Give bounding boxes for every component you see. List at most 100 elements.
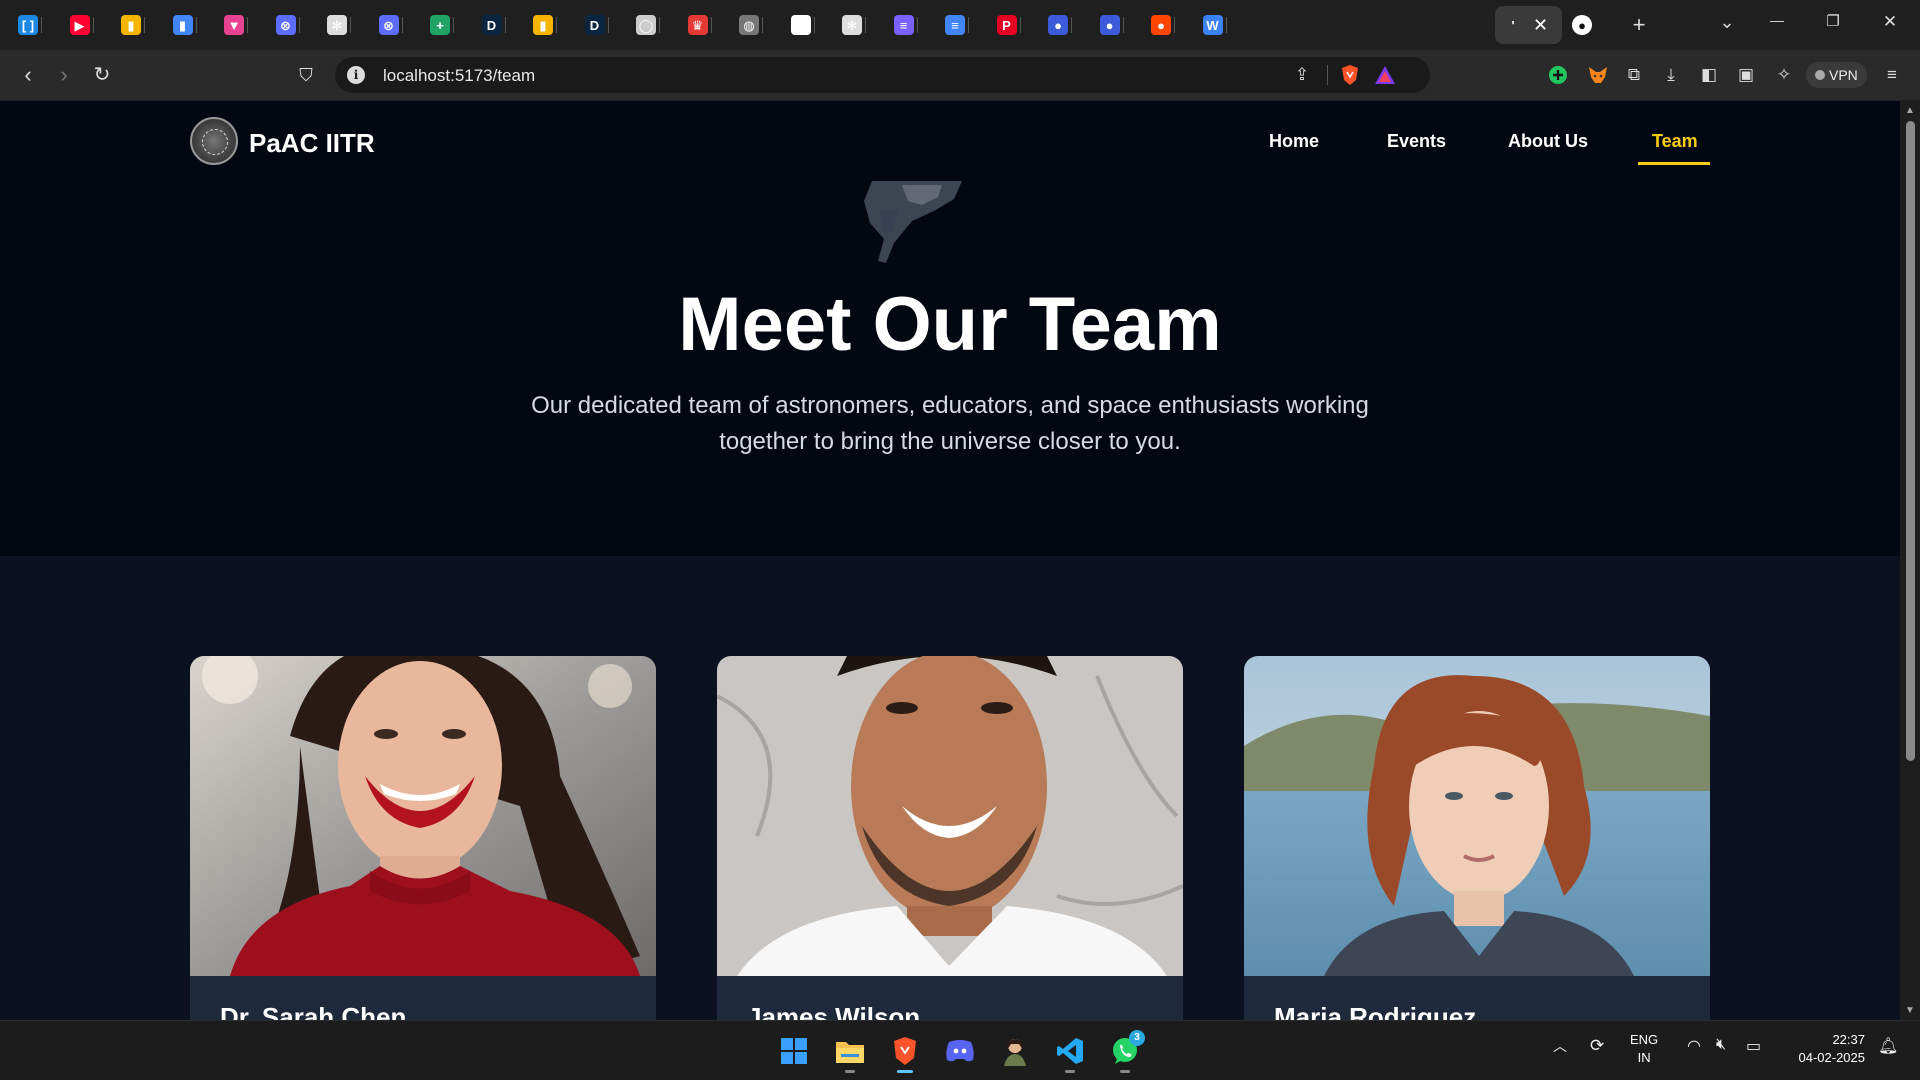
new-tab-icon[interactable]: + xyxy=(1624,12,1654,38)
openai-icon: ✻ xyxy=(842,15,862,35)
url-text[interactable]: localhost:5173/team xyxy=(383,66,535,86)
tab-separator xyxy=(298,17,300,33)
browser-tab[interactable]: ▮ xyxy=(533,6,557,44)
nav-events[interactable]: Events xyxy=(1387,131,1446,152)
restore-icon[interactable]: ❐ xyxy=(1818,12,1848,38)
tab-separator xyxy=(607,17,609,33)
discord-icon[interactable] xyxy=(940,1031,980,1071)
tab-separator xyxy=(865,17,866,33)
language-label: ENG xyxy=(1630,1032,1659,1047)
brave-shields-icon[interactable] xyxy=(1338,63,1362,87)
leo-ai-icon[interactable]: ✧ xyxy=(1772,63,1796,87)
minimize-icon[interactable]: — xyxy=(1762,12,1792,38)
page-subtitle: Our dedicated team of astronomers, educa… xyxy=(531,392,1369,455)
scroll-down-icon[interactable]: ▼ xyxy=(1905,1005,1915,1016)
browser-tab[interactable]: ▮ xyxy=(172,6,197,44)
address-bar[interactable]: i localhost:5173/team ⇪ xyxy=(335,57,1430,93)
window-close-icon[interactable]: ✕ xyxy=(1875,12,1905,38)
tray-overflow-chevron-icon[interactable]: ︿ xyxy=(1553,1036,1567,1056)
brave-rewards-icon[interactable] xyxy=(1373,63,1397,87)
reload-icon[interactable]: ↻ xyxy=(88,62,116,88)
team-card[interactable]: Dr. Sarah Chen xyxy=(190,656,656,1020)
browser-tab[interactable]: ● xyxy=(1048,6,1072,44)
plus-sheet-icon: + xyxy=(430,15,450,35)
browser-tab[interactable]: ● xyxy=(790,6,815,44)
vpn-button[interactable]: VPN xyxy=(1806,62,1867,88)
battery-icon[interactable]: ▭ xyxy=(1746,1036,1761,1056)
browser-tab[interactable]: ▼ xyxy=(224,6,248,44)
crown-app-icon: ♛ xyxy=(687,15,708,35)
browser-tab[interactable]: ● xyxy=(1099,6,1124,44)
tab-separator xyxy=(453,17,454,33)
speaker-muted-icon[interactable]: 🔇︎ xyxy=(1716,1036,1726,1054)
browser-tab[interactable]: ♛ xyxy=(687,6,712,44)
clock[interactable]: 22:37 04-02-2025 xyxy=(1785,1031,1866,1067)
browser-tab[interactable]: + xyxy=(430,6,454,44)
w-letter-icon: W xyxy=(1202,15,1223,35)
d-letter-icon: D xyxy=(481,15,502,35)
browser-tab[interactable]: ◯ xyxy=(636,6,660,44)
region-label: IN xyxy=(1637,1050,1651,1065)
menu-hamburger-icon[interactable]: ≡ xyxy=(1880,63,1904,87)
language-indicator[interactable]: ENG IN xyxy=(1630,1031,1658,1067)
back-icon[interactable]: ‹ xyxy=(14,62,42,88)
tab-separator xyxy=(41,17,42,33)
browser-tab[interactable]: ◍ xyxy=(739,6,763,44)
extensions-puzzle-icon[interactable]: ⧉ xyxy=(1622,63,1646,87)
notifications-bell-icon[interactable]: 🔔︎ xyxy=(1878,1036,1898,1056)
share-icon[interactable]: ⇪ xyxy=(1290,63,1314,87)
reddit-icon: ● xyxy=(1151,15,1171,35)
scrollbar-thumb[interactable] xyxy=(1906,121,1915,761)
browser-tab[interactable]: W xyxy=(1202,6,1227,44)
wifi-icon[interactable]: ◠ xyxy=(1687,1036,1701,1056)
scroll-up-icon[interactable]: ▲ xyxy=(1905,105,1915,116)
tab-separator xyxy=(144,17,145,33)
windows-start-icon[interactable] xyxy=(774,1031,814,1071)
browser-tab[interactable]: ✻ xyxy=(842,6,866,44)
nav-about-us[interactable]: About Us xyxy=(1508,131,1588,152)
browser-tab[interactable]: ≡ xyxy=(893,6,918,44)
wallet-icon[interactable]: ▣ xyxy=(1734,63,1758,87)
tab-search-chevron-icon[interactable]: ⌄ xyxy=(1712,12,1742,38)
green-plus-extension-icon[interactable] xyxy=(1546,63,1570,87)
site-info-icon[interactable]: i xyxy=(347,66,365,84)
browser-tab[interactable]: ● xyxy=(1151,6,1175,44)
sync-icon[interactable]: ⟳ xyxy=(1590,1036,1604,1056)
browser-tab[interactable]: ✻ xyxy=(327,6,351,44)
browser-tab[interactable]: ⊗ xyxy=(275,6,300,44)
date: 04-02-2025 xyxy=(1798,1050,1866,1065)
browser-tab[interactable]: [ ] xyxy=(18,6,42,44)
browser-tab[interactable]: D xyxy=(584,6,609,44)
browser-tab[interactable]: ▶ xyxy=(69,6,94,44)
nav-team[interactable]: Team xyxy=(1652,131,1698,152)
forward-icon[interactable]: › xyxy=(50,62,78,88)
brave-browser-icon[interactable] xyxy=(885,1031,925,1073)
browser-tab-active[interactable]: ' ✕ xyxy=(1495,6,1563,44)
browser-tab[interactable]: ⊗ xyxy=(378,6,403,44)
sidebar-icon[interactable]: ◧ xyxy=(1697,63,1721,87)
vpn-status-dot xyxy=(1815,70,1825,80)
browser-tab[interactable]: D xyxy=(481,6,506,44)
team-card[interactable]: Maria Rodriguez xyxy=(1244,656,1710,1020)
browser-tab[interactable]: P xyxy=(996,6,1021,44)
file-explorer-icon[interactable] xyxy=(830,1031,870,1073)
browser-tab[interactable]: ▮ xyxy=(121,6,145,44)
browser-tab[interactable]: ● xyxy=(1572,6,1592,44)
downloads-icon[interactable]: ⤓ xyxy=(1659,63,1683,87)
page-scrollbar[interactable]: ▲ ▼ xyxy=(1900,101,1920,1020)
browser-tab-strip: [ ] ▶ ▮ ▮ ▼ ⊗ ✻ ⊗ + D ▮ D ◯ ♛ ◍ ● ✻ ≡ ≡ P ● ● ● W ' ✕ ● + ⌄ — ❐ ✕ xyxy=(0,0,1920,50)
nav-home[interactable]: Home xyxy=(1269,131,1319,152)
site-brand[interactable]: PaAC IITR xyxy=(249,128,375,159)
browser-tab[interactable]: ≡ xyxy=(945,6,969,44)
close-tab-icon[interactable]: ✕ xyxy=(1533,15,1548,36)
tab-separator xyxy=(350,17,351,33)
hero-section: Meet Our Team Our dedicated team of astr… xyxy=(0,181,1900,556)
speech-bubble-icon: ● xyxy=(1099,15,1120,35)
team-card[interactable]: James Wilson xyxy=(717,656,1183,1020)
vscode-icon[interactable] xyxy=(1050,1031,1090,1073)
paac-logo[interactable] xyxy=(190,117,238,165)
member-name: Dr. Sarah Chen xyxy=(220,1002,407,1020)
bookmark-icon[interactable]: ⛉ xyxy=(292,62,320,88)
app-portrait-icon[interactable] xyxy=(995,1031,1035,1071)
metamask-fox-icon[interactable] xyxy=(1586,63,1610,87)
